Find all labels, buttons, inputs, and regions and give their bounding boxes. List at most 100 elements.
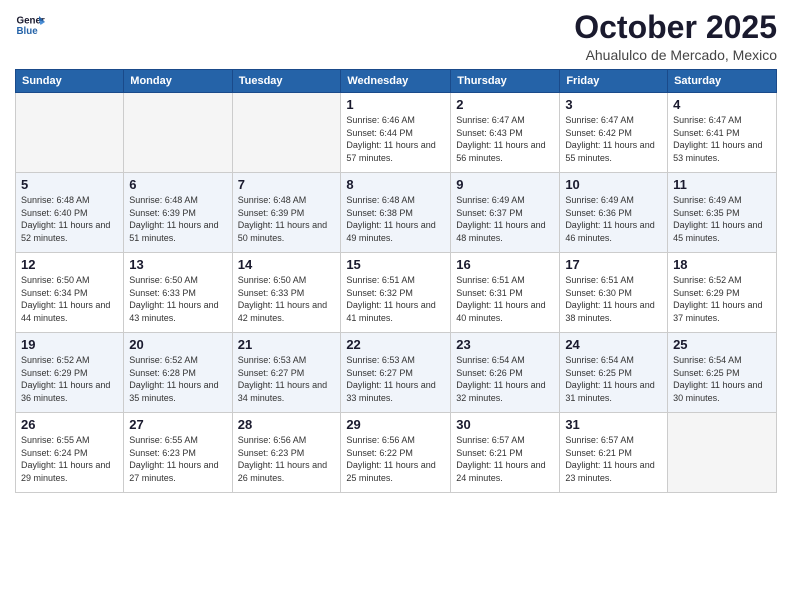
day-info: Sunrise: 6:51 AM Sunset: 6:30 PM Dayligh… [565, 274, 662, 324]
day-info: Sunrise: 6:51 AM Sunset: 6:31 PM Dayligh… [456, 274, 554, 324]
table-row: 16 Sunrise: 6:51 AM Sunset: 6:31 PM Dayli… [451, 253, 560, 333]
day-number: 2 [456, 97, 554, 112]
table-row: 22 Sunrise: 6:53 AM Sunset: 6:27 PM Dayli… [341, 333, 451, 413]
day-number: 17 [565, 257, 662, 272]
day-number: 12 [21, 257, 118, 272]
table-row: 18 Sunrise: 6:52 AM Sunset: 6:29 PM Dayli… [668, 253, 777, 333]
calendar-week-row: 19 Sunrise: 6:52 AM Sunset: 6:29 PM Dayli… [16, 333, 777, 413]
day-info: Sunrise: 6:50 AM Sunset: 6:33 PM Dayligh… [129, 274, 226, 324]
day-info: Sunrise: 6:46 AM Sunset: 6:44 PM Dayligh… [346, 114, 445, 164]
day-number: 8 [346, 177, 445, 192]
day-info: Sunrise: 6:56 AM Sunset: 6:23 PM Dayligh… [238, 434, 336, 484]
day-info: Sunrise: 6:50 AM Sunset: 6:34 PM Dayligh… [21, 274, 118, 324]
table-row: 26Sunrise: 6:55 AM Sunset: 6:24 PM Dayli… [16, 413, 124, 493]
table-row: 24 Sunrise: 6:54 AM Sunset: 6:25 PM Dayli… [560, 333, 668, 413]
title-block: October 2025 Ahualulco de Mercado, Mexic… [574, 10, 777, 63]
table-row [668, 413, 777, 493]
day-number: 11 [673, 177, 771, 192]
table-row: 2Sunrise: 6:47 AM Sunset: 6:43 PM Daylig… [451, 93, 560, 173]
day-number: 30 [456, 417, 554, 432]
col-tuesday: Tuesday [232, 70, 341, 93]
table-row: 1 Sunrise: 6:46 AM Sunset: 6:44 PM Daylig… [341, 93, 451, 173]
day-info: Sunrise: 6:49 AM Sunset: 6:36 PM Dayligh… [565, 194, 662, 244]
day-number: 22 [346, 337, 445, 352]
table-row: 27 Sunrise: 6:55 AM Sunset: 6:23 PM Dayli… [124, 413, 232, 493]
day-number: 26 [21, 417, 118, 432]
col-thursday: Thursday [451, 70, 560, 93]
day-number: 9 [456, 177, 554, 192]
day-info: Sunrise: 6:52 AM Sunset: 6:29 PM Dayligh… [21, 354, 118, 404]
day-number: 7 [238, 177, 336, 192]
day-info: Sunrise: 6:47 AM Sunset: 6:42 PM Dayligh… [565, 114, 662, 164]
day-info: Sunrise: 6:50 AM Sunset: 6:33 PM Dayligh… [238, 274, 336, 324]
day-info: Sunrise: 6:53 AM Sunset: 6:27 PM Dayligh… [346, 354, 445, 404]
table-row: 7 Sunrise: 6:48 AM Sunset: 6:39 PM Daylig… [232, 173, 341, 253]
table-row: 19 Sunrise: 6:52 AM Sunset: 6:29 PM Dayli… [16, 333, 124, 413]
day-info: Sunrise: 6:48 AM Sunset: 6:39 PM Dayligh… [238, 194, 336, 244]
day-info: Sunrise: 6:49 AM Sunset: 6:35 PM Dayligh… [673, 194, 771, 244]
day-number: 24 [565, 337, 662, 352]
calendar-week-row: 1 Sunrise: 6:46 AM Sunset: 6:44 PM Daylig… [16, 93, 777, 173]
col-monday: Monday [124, 70, 232, 93]
logo: General Blue [15, 10, 45, 40]
logo-icon: General Blue [15, 10, 45, 40]
day-info: Sunrise: 6:51 AM Sunset: 6:32 PM Dayligh… [346, 274, 445, 324]
day-number: 15 [346, 257, 445, 272]
table-row: 11 Sunrise: 6:49 AM Sunset: 6:35 PM Dayli… [668, 173, 777, 253]
col-friday: Friday [560, 70, 668, 93]
table-row: 13 Sunrise: 6:50 AM Sunset: 6:33 PM Dayli… [124, 253, 232, 333]
table-row: 4 Sunrise: 6:47 AM Sunset: 6:41 PM Daylig… [668, 93, 777, 173]
day-info: Sunrise: 6:52 AM Sunset: 6:28 PM Dayligh… [129, 354, 226, 404]
day-info: Sunrise: 6:54 AM Sunset: 6:25 PM Dayligh… [673, 354, 771, 404]
day-number: 18 [673, 257, 771, 272]
day-info: Sunrise: 6:53 AM Sunset: 6:27 PM Dayligh… [238, 354, 336, 404]
calendar-table: Sunday Monday Tuesday Wednesday Thursday… [15, 69, 777, 493]
day-number: 21 [238, 337, 336, 352]
day-number: 6 [129, 177, 226, 192]
day-info: Sunrise: 6:57 AM Sunset: 6:21 PM Dayligh… [565, 434, 662, 484]
table-row: 25 Sunrise: 6:54 AM Sunset: 6:25 PM Dayli… [668, 333, 777, 413]
day-info: Sunrise: 6:54 AM Sunset: 6:25 PM Dayligh… [565, 354, 662, 404]
calendar-week-row: 5Sunrise: 6:48 AM Sunset: 6:40 PM Daylig… [16, 173, 777, 253]
table-row: 30 Sunrise: 6:57 AM Sunset: 6:21 PM Dayli… [451, 413, 560, 493]
header-row: Sunday Monday Tuesday Wednesday Thursday… [16, 70, 777, 93]
table-row [16, 93, 124, 173]
page: General Blue October 2025 Ahualulco de M… [0, 0, 792, 612]
day-number: 5 [21, 177, 118, 192]
table-row: 14 Sunrise: 6:50 AM Sunset: 6:33 PM Dayli… [232, 253, 341, 333]
calendar-week-row: 26Sunrise: 6:55 AM Sunset: 6:24 PM Dayli… [16, 413, 777, 493]
day-number: 16 [456, 257, 554, 272]
day-number: 4 [673, 97, 771, 112]
table-row: 17 Sunrise: 6:51 AM Sunset: 6:30 PM Dayli… [560, 253, 668, 333]
header: General Blue October 2025 Ahualulco de M… [15, 10, 777, 63]
month-title: October 2025 [574, 10, 777, 45]
col-wednesday: Wednesday [341, 70, 451, 93]
table-row: 3Sunrise: 6:47 AM Sunset: 6:42 PM Daylig… [560, 93, 668, 173]
table-row: 5Sunrise: 6:48 AM Sunset: 6:40 PM Daylig… [16, 173, 124, 253]
day-number: 14 [238, 257, 336, 272]
day-number: 10 [565, 177, 662, 192]
day-info: Sunrise: 6:49 AM Sunset: 6:37 PM Dayligh… [456, 194, 554, 244]
day-info: Sunrise: 6:55 AM Sunset: 6:23 PM Dayligh… [129, 434, 226, 484]
table-row [124, 93, 232, 173]
day-number: 20 [129, 337, 226, 352]
day-number: 25 [673, 337, 771, 352]
day-number: 19 [21, 337, 118, 352]
table-row: 6Sunrise: 6:48 AM Sunset: 6:39 PM Daylig… [124, 173, 232, 253]
day-number: 31 [565, 417, 662, 432]
svg-text:Blue: Blue [17, 26, 39, 37]
day-number: 29 [346, 417, 445, 432]
day-number: 23 [456, 337, 554, 352]
day-info: Sunrise: 6:47 AM Sunset: 6:41 PM Dayligh… [673, 114, 771, 164]
day-number: 27 [129, 417, 226, 432]
day-number: 13 [129, 257, 226, 272]
day-info: Sunrise: 6:57 AM Sunset: 6:21 PM Dayligh… [456, 434, 554, 484]
col-sunday: Sunday [16, 70, 124, 93]
table-row: 21 Sunrise: 6:53 AM Sunset: 6:27 PM Dayli… [232, 333, 341, 413]
calendar-week-row: 12 Sunrise: 6:50 AM Sunset: 6:34 PM Dayli… [16, 253, 777, 333]
day-number: 1 [346, 97, 445, 112]
day-info: Sunrise: 6:52 AM Sunset: 6:29 PM Dayligh… [673, 274, 771, 324]
table-row: 15 Sunrise: 6:51 AM Sunset: 6:32 PM Dayli… [341, 253, 451, 333]
table-row: 23Sunrise: 6:54 AM Sunset: 6:26 PM Dayli… [451, 333, 560, 413]
table-row: 28Sunrise: 6:56 AM Sunset: 6:23 PM Dayli… [232, 413, 341, 493]
